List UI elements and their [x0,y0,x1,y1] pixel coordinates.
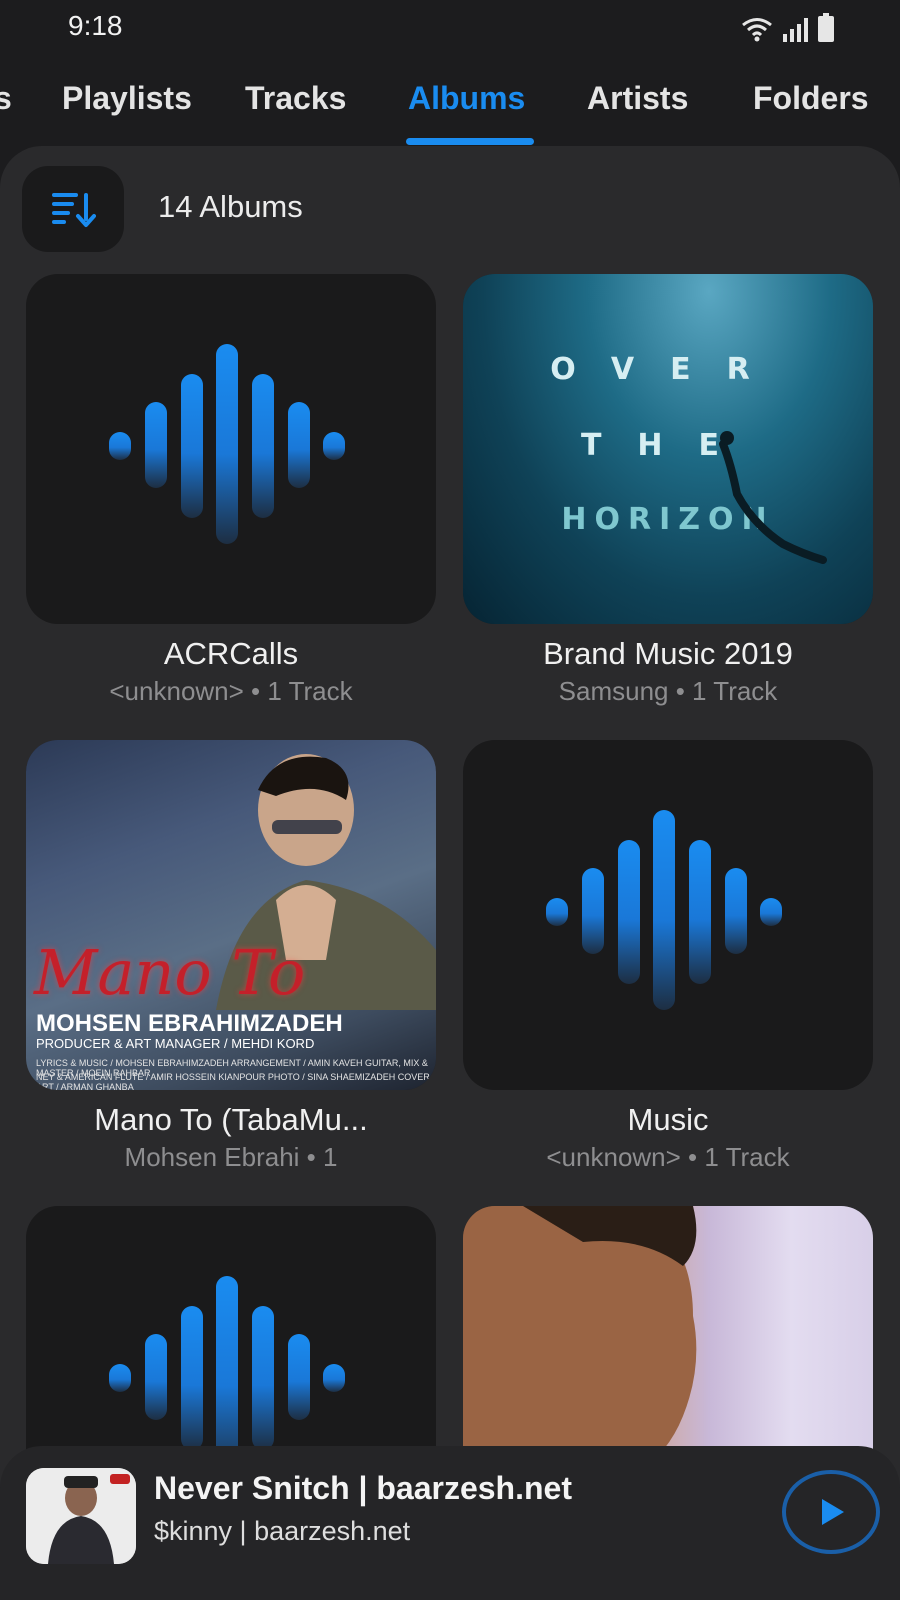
art-text-line: OVER [550,352,786,387]
album-art: OVER THE HORIZON [463,274,873,624]
status-icons [741,13,834,42]
tab-bar: s Playlists Tracks Albums Artists Folder… [0,62,900,148]
active-tab-indicator [406,138,534,145]
album-art: Mano To MOHSEN EBRAHIMZADEH PRODUCER & A… [26,740,436,1090]
tab-playlists[interactable]: Playlists [62,80,192,117]
tab-folders[interactable]: Folders [753,80,869,117]
art-credit: PRODUCER & ART MANAGER / MEHDI KORD [36,1036,315,1051]
album-card[interactable]: Music <unknown> • 1 Track [463,740,873,1173]
album-subtitle: <unknown> • 1 Track [109,676,353,706]
sort-button[interactable] [22,166,124,252]
artist-photo [26,1468,136,1564]
album-subtitle: <unknown> • 1 Track [546,1142,790,1172]
sort-descending-icon [52,193,96,227]
now-playing-title: Never Snitch | baarzesh.net [154,1470,572,1506]
art-artist-name: MOHSEN EBRAHIMZADEH [36,1010,343,1037]
waveform-icon [546,810,782,1010]
mini-player[interactable]: Never Snitch | baarzesh.net $kinny | baa… [0,1446,900,1600]
album-title: ACRCalls [163,636,299,671]
tab-albums[interactable]: Albums [408,80,525,117]
now-playing-artist: $kinny | baarzesh.net [154,1516,411,1546]
play-icon [822,1499,844,1525]
album-card[interactable]: OVER THE HORIZON Brand Music 2019 Samsun… [463,274,873,707]
play-button[interactable] [782,1470,880,1554]
album-card[interactable]: ACRCalls <unknown> • 1 Track [26,274,436,707]
album-art [463,740,873,1090]
album-title: Brand Music 2019 [543,636,793,671]
art-credit: NEY & AMERICAN FLUTE / AMIR HOSSEIN KIAN… [36,1072,430,1090]
status-bar: 9:18 [0,0,900,56]
waveform-icon [109,344,345,544]
album-art [26,274,436,624]
wifi-icon [742,18,772,42]
album-title: Mano To (TabaMu... [94,1102,368,1137]
album-subtitle: Mohsen Ebrahi • 1 [124,1142,338,1172]
album-title: Music [627,1102,709,1137]
album-count: 14 Albums [158,189,303,224]
now-playing-art [26,1468,136,1564]
diver-silhouette [719,431,827,564]
art-title: Mano To [34,936,306,1009]
tab-partial[interactable]: s [0,80,12,117]
tab-tracks[interactable]: Tracks [245,80,346,117]
album-subtitle: Samsung • 1 Track [558,676,778,706]
battery-icon [818,13,834,42]
albums-panel: 14 Albums ACRCalls <unknown> • 1 Track O… [0,146,900,1600]
status-time: 9:18 [68,10,123,41]
signal-icon [783,18,808,42]
album-card[interactable]: Mano To MOHSEN EBRAHIMZADEH PRODUCER & A… [26,740,436,1173]
tab-artists[interactable]: Artists [587,80,688,117]
